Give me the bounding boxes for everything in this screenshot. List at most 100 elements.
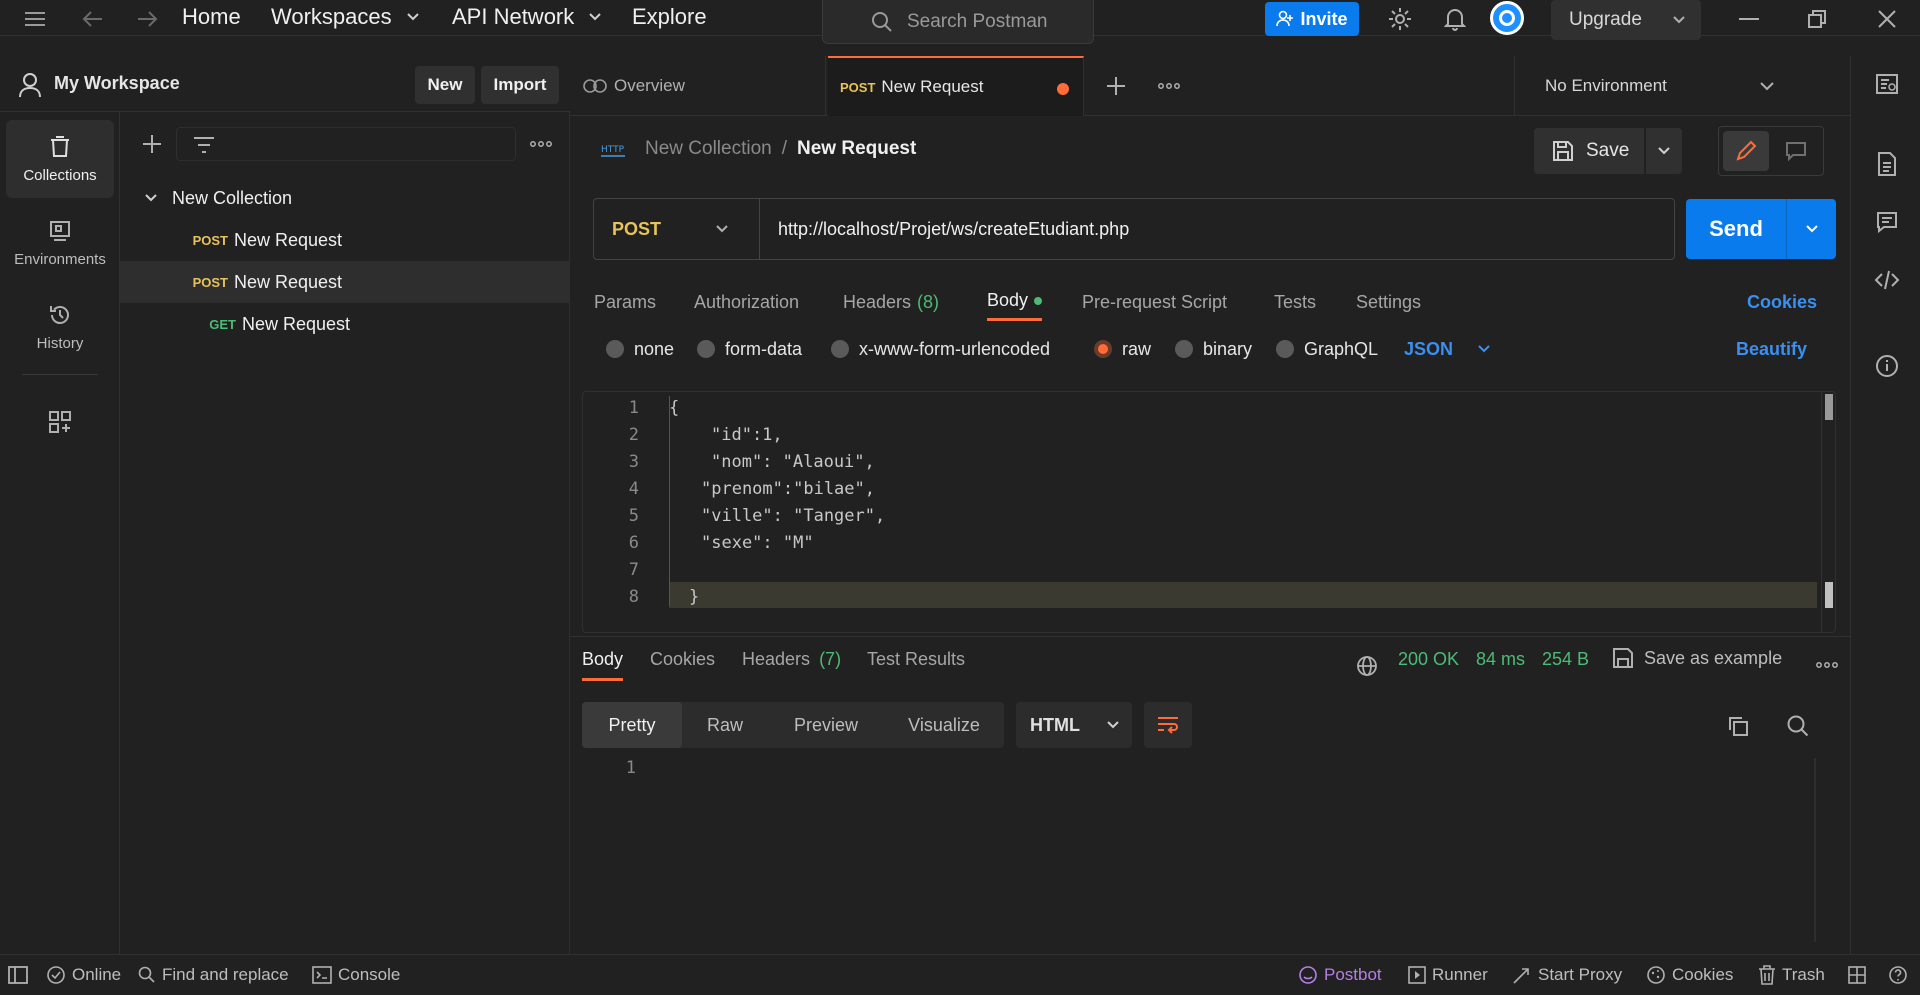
view-raw[interactable]: Raw xyxy=(682,702,768,748)
nav-workspaces[interactable]: Workspaces xyxy=(271,4,420,30)
radio-x-www-form-urlencoded[interactable]: x-www-form-urlencoded xyxy=(831,336,1050,362)
layout-toggle-icon[interactable] xyxy=(1848,955,1866,995)
start-proxy-button[interactable]: Start Proxy xyxy=(1512,955,1622,995)
save-button[interactable]: Save xyxy=(1534,128,1644,174)
response-tab-headers[interactable]: Headers (7) xyxy=(742,649,841,670)
beautify-button[interactable]: Beautify xyxy=(1736,336,1807,362)
tab-authorization[interactable]: Authorization xyxy=(694,283,799,321)
save-as-example-button[interactable]: Save as example xyxy=(1612,647,1782,669)
upgrade-button[interactable]: Upgrade xyxy=(1551,0,1701,40)
globe-icon[interactable] xyxy=(1356,655,1378,677)
save-as-example-label: Save as example xyxy=(1644,647,1783,668)
nav-api-network[interactable]: API Network xyxy=(452,4,602,30)
breadcrumb-collection[interactable]: New Collection xyxy=(645,138,772,160)
new-button[interactable]: New xyxy=(415,66,475,104)
response-time[interactable]: 84 ms xyxy=(1476,649,1525,670)
method-select[interactable]: POST xyxy=(594,199,760,259)
sidebar-item-collections[interactable]: Collections xyxy=(6,120,114,198)
trash-button[interactable]: Trash xyxy=(1758,955,1825,995)
editor-scrollbar[interactable] xyxy=(1821,392,1835,632)
toggle-sidebar-icon[interactable] xyxy=(8,955,28,995)
view-pretty[interactable]: Pretty xyxy=(582,702,682,748)
view-visualize[interactable]: Visualize xyxy=(884,702,1004,748)
workspace-name[interactable]: My Workspace xyxy=(54,73,180,94)
sidebar-item-history[interactable]: History xyxy=(6,288,114,366)
tab-tests[interactable]: Tests xyxy=(1274,283,1316,321)
menu-icon[interactable] xyxy=(20,6,50,32)
help-icon[interactable] xyxy=(1888,955,1908,995)
sidebar-item-environments[interactable]: Environments xyxy=(6,204,114,282)
search-response-icon[interactable] xyxy=(1784,712,1812,740)
documentation-icon[interactable] xyxy=(1873,150,1901,178)
console-button[interactable]: Console xyxy=(312,955,400,995)
nav-explore[interactable]: Explore xyxy=(632,4,707,30)
save-options-button[interactable] xyxy=(1646,128,1682,174)
configure-sidebar-icon[interactable] xyxy=(44,406,76,438)
comment-mode-icon[interactable] xyxy=(1773,131,1819,171)
postbot-button[interactable]: Postbot xyxy=(1298,955,1382,995)
body-editor[interactable]: 1 2 3 4 5 6 7 8 { "id":1, "nom": "Alaoui… xyxy=(582,391,1836,633)
radio-binary[interactable]: binary xyxy=(1175,336,1252,362)
scrollbar-thumb[interactable] xyxy=(1825,394,1833,420)
environment-quicklook-icon[interactable] xyxy=(1873,70,1901,98)
online-status[interactable]: Online xyxy=(46,955,121,995)
radio-graphql[interactable]: GraphQL xyxy=(1276,336,1378,362)
runner-button[interactable]: Runner xyxy=(1408,955,1488,995)
send-button[interactable]: Send xyxy=(1686,199,1836,259)
tab-pre-request-script[interactable]: Pre-request Script xyxy=(1082,283,1227,321)
notifications-bell-icon[interactable] xyxy=(1440,4,1470,34)
tab-overview[interactable]: Overview xyxy=(570,56,826,116)
response-format-select[interactable]: HTML xyxy=(1016,702,1132,748)
copy-icon[interactable] xyxy=(1724,712,1752,740)
avatar[interactable] xyxy=(1490,1,1524,35)
minimize-icon[interactable] xyxy=(1734,4,1764,34)
radio-form-data[interactable]: form-data xyxy=(697,336,802,362)
breadcrumb-request[interactable]: New Request xyxy=(797,138,916,160)
invite-button[interactable]: Invite xyxy=(1265,2,1359,36)
find-and-replace-button[interactable]: Find and replace xyxy=(138,955,289,995)
settings-gear-icon[interactable] xyxy=(1385,4,1415,34)
response-more-icon[interactable] xyxy=(1814,655,1840,675)
import-button[interactable]: Import xyxy=(481,66,559,104)
url-input[interactable]: http://localhost/Projet/ws/createEtudian… xyxy=(760,219,1129,240)
body-format-select[interactable]: JSON xyxy=(1404,336,1491,362)
filter-input[interactable] xyxy=(176,127,516,161)
response-size[interactable]: 254 B xyxy=(1542,649,1589,670)
status-code[interactable]: 200 OK xyxy=(1398,649,1459,670)
close-window-icon[interactable] xyxy=(1872,4,1902,34)
radio-none[interactable]: none xyxy=(606,336,674,362)
tab-active-request[interactable]: POST New Request xyxy=(828,56,1084,116)
back-arrow-icon[interactable] xyxy=(80,6,106,32)
edit-pencil-icon[interactable] xyxy=(1723,131,1769,171)
view-preview[interactable]: Preview xyxy=(768,702,884,748)
tab-settings[interactable]: Settings xyxy=(1356,283,1421,321)
request-item-selected[interactable]: POST New Request xyxy=(120,261,570,303)
radio-raw[interactable]: raw xyxy=(1094,336,1151,362)
cookies-button[interactable]: Cookies xyxy=(1646,955,1733,995)
tab-headers[interactable]: Headers (8) xyxy=(843,283,939,321)
tab-params[interactable]: Params xyxy=(594,283,656,321)
more-tabs-icon[interactable] xyxy=(1156,76,1182,96)
response-tab-cookies[interactable]: Cookies xyxy=(650,649,715,670)
environment-select[interactable]: No Environment xyxy=(1514,56,1850,116)
forward-arrow-icon[interactable] xyxy=(134,6,160,32)
search-input[interactable]: Search Postman xyxy=(822,0,1094,44)
new-tab-icon[interactable] xyxy=(1104,74,1128,98)
cookies-link[interactable]: Cookies xyxy=(1747,283,1817,321)
send-options-button[interactable] xyxy=(1786,199,1836,259)
comments-icon[interactable] xyxy=(1873,208,1901,236)
wrap-lines-icon[interactable] xyxy=(1144,702,1192,748)
collection-item[interactable]: New Collection xyxy=(120,177,570,219)
request-item[interactable]: GET New Request xyxy=(120,303,570,345)
info-icon[interactable] xyxy=(1873,352,1901,380)
more-options-icon[interactable] xyxy=(528,134,554,154)
response-tab-test-results[interactable]: Test Results xyxy=(867,649,965,670)
request-item[interactable]: POST New Request xyxy=(120,219,570,261)
nav-home[interactable]: Home xyxy=(182,4,241,30)
response-tab-body[interactable]: Body xyxy=(582,649,624,681)
code-snippet-icon[interactable] xyxy=(1873,266,1901,294)
add-icon[interactable] xyxy=(140,132,164,156)
restore-window-icon[interactable] xyxy=(1802,4,1832,34)
tab-body[interactable]: Body xyxy=(987,283,1043,321)
response-scrollbar[interactable] xyxy=(1814,758,1816,942)
